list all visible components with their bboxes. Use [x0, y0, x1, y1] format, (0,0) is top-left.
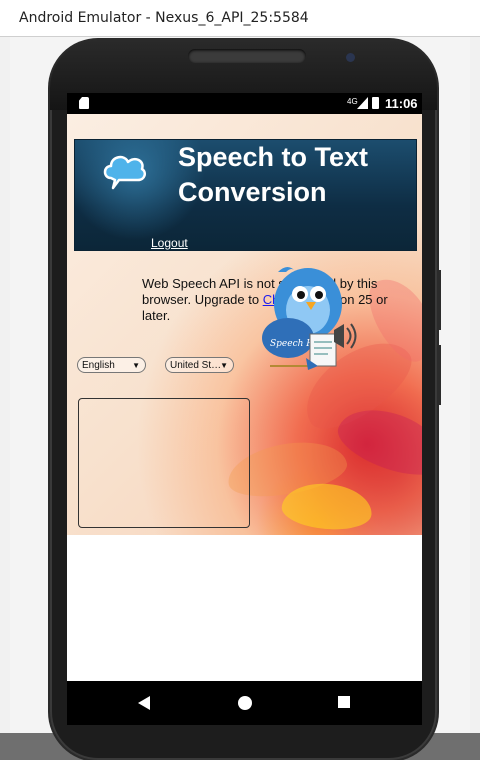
recents-icon[interactable] [338, 696, 350, 708]
language-select[interactable]: English ▼ [77, 357, 146, 373]
android-nav-bar [67, 681, 422, 725]
app-banner: Speech to Text Conversion Logout [74, 139, 417, 251]
status-bar: 4G 11:06 [67, 93, 422, 114]
sd-card-icon [79, 97, 89, 109]
language-value: English [82, 360, 115, 371]
speaker-grille [188, 49, 306, 63]
battery-icon [372, 97, 379, 109]
speech-cloud-icon [103, 155, 147, 190]
back-icon[interactable] [138, 696, 150, 710]
chevron-down-icon: ▼ [220, 361, 228, 370]
signal-icon [357, 97, 368, 109]
logout-link[interactable]: Logout [151, 236, 188, 250]
chevron-down-icon: ▼ [132, 361, 140, 370]
emulator-title-bar: Android Emulator - Nexus_6_API_25:5584 [0, 0, 480, 37]
region-value: United St… [170, 360, 222, 371]
volume-button[interactable] [437, 270, 441, 330]
home-icon[interactable] [238, 696, 252, 710]
left-margin [0, 37, 10, 733]
right-margin [470, 37, 480, 733]
app-screen: Speech to Text Conversion Logout Web Spe… [67, 114, 422, 681]
region-select[interactable]: United St… ▼ [165, 357, 234, 373]
window-title: Android Emulator - Nexus_6_API_25:5584 [19, 10, 309, 26]
page-title: Speech to Text Conversion [178, 142, 369, 207]
power-button[interactable] [437, 345, 441, 405]
front-camera [346, 53, 355, 62]
transcript-textarea[interactable] [78, 398, 250, 528]
speech-bird-logo: Speech Fun [262, 267, 357, 370]
status-time: 11:06 [385, 96, 418, 111]
